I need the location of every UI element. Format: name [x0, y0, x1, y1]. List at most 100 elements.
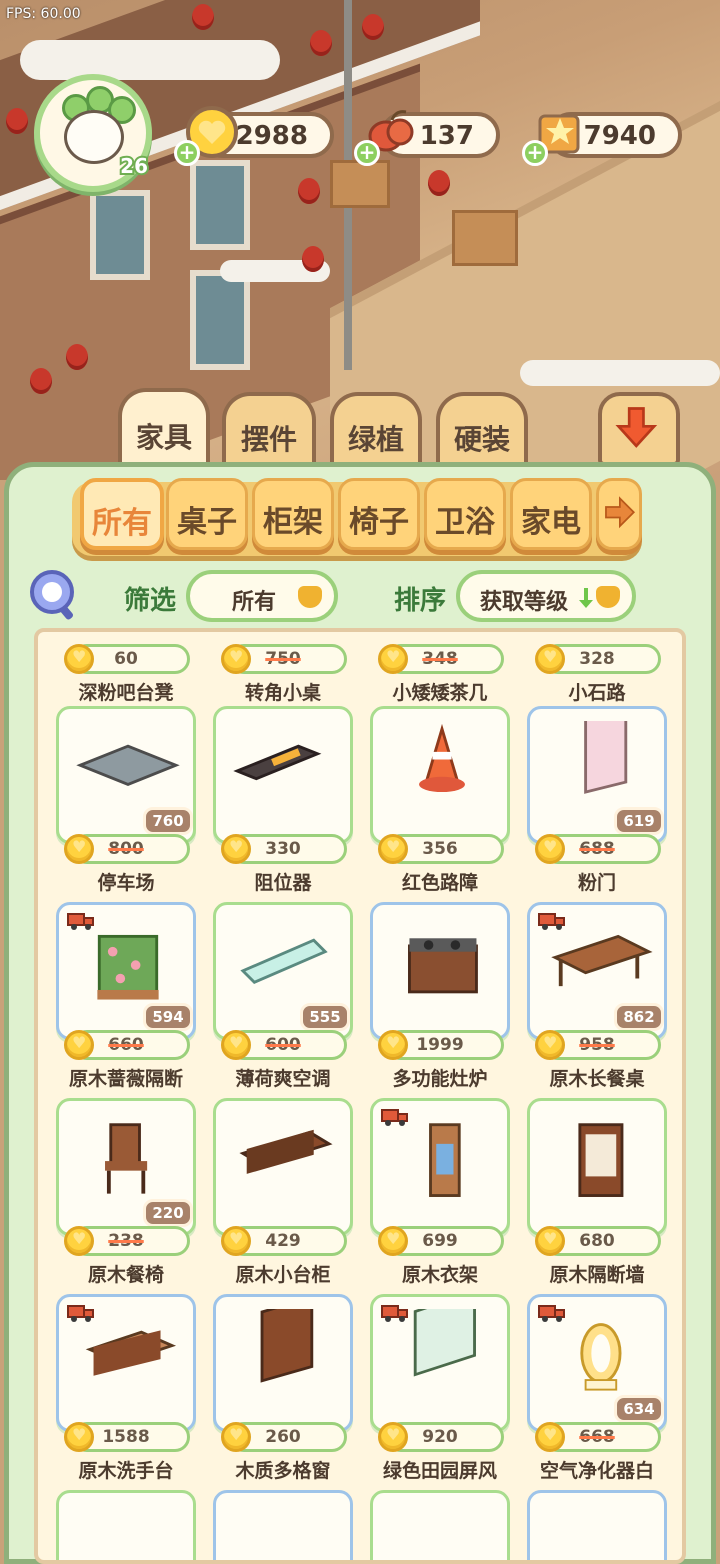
category-tables[interactable]: 桌子: [166, 478, 248, 550]
chevron-down-icon: [596, 586, 620, 608]
category-appliances[interactable]: 家电: [510, 478, 592, 550]
tab-ornaments[interactable]: 摆件: [222, 392, 316, 464]
shop-window: [90, 190, 150, 280]
item-name: 原木餐椅: [87, 1264, 164, 1286]
tab-label: 家具: [135, 421, 192, 454]
sort-dropdown[interactable]: 获取等级: [456, 570, 636, 622]
arrow-down-icon: [615, 407, 658, 448]
item-card[interactable]: [370, 1294, 510, 1432]
item-card[interactable]: 634: [527, 1294, 667, 1432]
partition-furniture-icon: [578, 1123, 624, 1197]
item-card[interactable]: 862: [527, 902, 667, 1040]
category-next-button[interactable]: [596, 478, 642, 550]
player-level: 26: [118, 152, 150, 180]
fruit-value: 137: [419, 121, 474, 151]
item-name: 深粉吧台凳: [78, 682, 174, 704]
rack-furniture-icon: [429, 1123, 461, 1197]
item-card[interactable]: 555: [213, 902, 353, 1040]
item-name: 转角小桌: [244, 682, 321, 704]
fruit-counter[interactable]: + 137: [354, 110, 500, 166]
collapse-panel-button[interactable]: [598, 392, 680, 466]
add-fruit-button[interactable]: +: [354, 140, 380, 166]
coin-counter[interactable]: + 2988: [174, 106, 334, 166]
gold-coin-icon: [64, 834, 94, 864]
tab-hardware[interactable]: 硬装: [436, 392, 528, 464]
lantern: [6, 108, 28, 134]
category-label: 柜架: [263, 505, 323, 540]
item-card[interactable]: [213, 1294, 353, 1432]
item-card[interactable]: [213, 706, 353, 844]
item-card[interactable]: [370, 902, 510, 1040]
gold-coin-icon: [378, 1422, 408, 1452]
lantern: [30, 368, 52, 394]
item-card[interactable]: [527, 1490, 667, 1560]
category-label: 所有: [92, 506, 152, 541]
category-label: 卫浴: [435, 505, 495, 540]
gold-coin-icon: [378, 1226, 408, 1256]
snow-patch: [520, 360, 720, 386]
add-star-button[interactable]: +: [522, 140, 548, 166]
cone-furniture-icon: [419, 723, 465, 793]
door-furniture-icon: [584, 721, 628, 794]
category-shelves[interactable]: 柜架: [252, 478, 334, 550]
sort-value: 获取等级: [480, 590, 569, 615]
lantern: [428, 170, 450, 196]
search-icon[interactable]: [28, 568, 80, 624]
item-name: 原木小台柜: [235, 1264, 331, 1286]
category-chairs[interactable]: 椅子: [338, 478, 420, 550]
cardboard-box: [452, 210, 518, 266]
delivery-truck-icon: [67, 1305, 94, 1322]
item-card[interactable]: [56, 1490, 196, 1560]
item-card[interactable]: [527, 1098, 667, 1236]
item-card[interactable]: [370, 706, 510, 844]
chevron-down-icon: [298, 586, 322, 608]
category-label: 椅子: [349, 505, 409, 540]
tab-furniture[interactable]: 家具: [118, 388, 210, 466]
star-value: 7940: [583, 121, 656, 151]
item-grid: 60深粉吧台凳750转角小桌348小矮矮茶几328小石路760800停车场330…: [34, 628, 686, 1564]
item-card[interactable]: 220: [56, 1098, 196, 1236]
window-furniture-icon: [260, 1309, 314, 1383]
arrow-right-icon: [605, 496, 636, 529]
item-card[interactable]: 760: [56, 706, 196, 844]
discounted-price-badge: 555: [300, 1003, 350, 1031]
sort-down-arrow-icon: [579, 588, 593, 608]
tab-label: 绿植: [347, 423, 404, 456]
player-avatar[interactable]: 26: [34, 74, 152, 192]
item-name: 小石路: [568, 682, 626, 704]
item-card[interactable]: [370, 1490, 510, 1560]
item-card[interactable]: 619: [527, 706, 667, 844]
item-card[interactable]: [213, 1098, 353, 1236]
tab-label: 硬装: [453, 423, 510, 456]
filter-value: 所有: [232, 590, 277, 615]
filter-dropdown[interactable]: 所有: [186, 570, 338, 622]
item-name: 原木长餐桌: [549, 1068, 645, 1090]
item-name: 原木蔷薇隔断: [68, 1068, 183, 1090]
item-card[interactable]: [213, 1490, 353, 1560]
item-card[interactable]: [370, 1098, 510, 1236]
gold-coin-icon: [64, 1226, 94, 1256]
item-card[interactable]: [56, 1294, 196, 1432]
purifier-furniture-icon: [580, 1323, 622, 1391]
gold-coin-icon: [221, 834, 251, 864]
delivery-truck-icon: [538, 913, 565, 930]
item-name: 原木洗手台: [78, 1460, 174, 1482]
delivery-truck-icon: [67, 913, 94, 930]
rose-furniture-icon: [97, 934, 159, 1000]
gold-coin-icon: [535, 644, 565, 674]
character-face: [64, 110, 124, 164]
item-card[interactable]: 594: [56, 902, 196, 1040]
category-all[interactable]: 所有: [80, 478, 164, 550]
category-bathroom[interactable]: 卫浴: [424, 478, 506, 550]
screen-furniture-icon: [413, 1309, 476, 1377]
category-label: 桌子: [177, 505, 237, 540]
item-name: 原木隔断墙: [549, 1264, 645, 1286]
filter-label: 筛选: [124, 586, 177, 616]
add-coin-button[interactable]: +: [174, 140, 200, 166]
stopper-furniture-icon: [233, 744, 322, 781]
gold-coin-icon: [378, 834, 408, 864]
ac-furniture-icon: [240, 938, 328, 985]
discounted-price-badge: 760: [143, 807, 193, 835]
star-counter[interactable]: + 7940: [522, 112, 682, 166]
tab-plants[interactable]: 绿植: [330, 392, 422, 464]
